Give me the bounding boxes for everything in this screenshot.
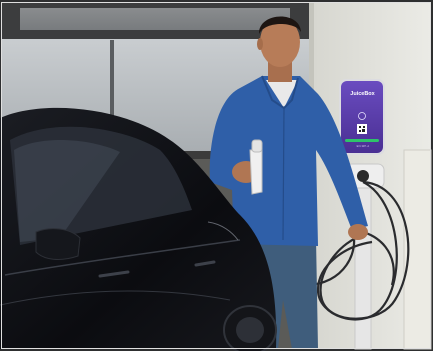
- plug-nozzle: [251, 139, 263, 153]
- charging-plug: [249, 149, 263, 195]
- charger-brand-label: JuiceBox: [350, 91, 375, 97]
- upper-window-glass: [20, 8, 290, 30]
- holster-socket: [357, 170, 369, 182]
- right-hand: [348, 224, 368, 240]
- side-mirror: [35, 228, 81, 260]
- photo-illustration: [0, 0, 433, 351]
- charger-footer-code: EN-WP-A: [356, 145, 370, 148]
- photo-scene: JuiceBox EN-WP-A: [0, 0, 433, 351]
- charger-status-bar: [345, 139, 379, 142]
